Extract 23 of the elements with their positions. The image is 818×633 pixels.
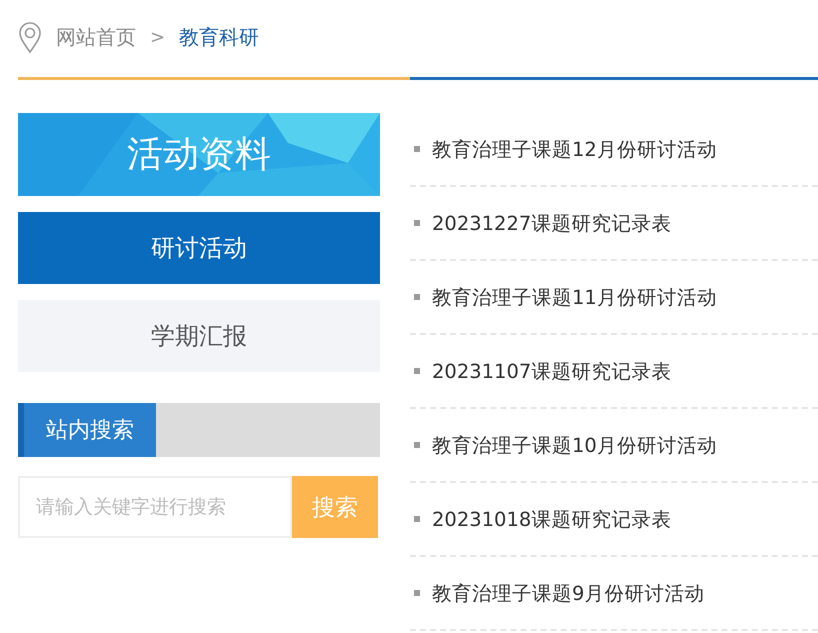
bullet-icon: [414, 590, 420, 596]
article-link[interactable]: 20231107课题研究记录表: [432, 358, 672, 384]
breadcrumb-separator: >: [150, 27, 166, 48]
bullet-icon: [414, 442, 420, 448]
article-link[interactable]: 教育治理子课题11月份研讨活动: [432, 284, 717, 310]
article-link[interactable]: 20231227课题研究记录表: [432, 210, 672, 236]
bullet-icon: [414, 220, 420, 226]
location-pin-icon: [18, 22, 42, 54]
article-link[interactable]: 20231018课题研究记录表: [432, 506, 672, 532]
article-link[interactable]: 教育治理子课题10月份研讨活动: [432, 432, 717, 458]
bullet-icon: [414, 294, 420, 300]
sidebar-item[interactable]: 研讨活动: [18, 212, 380, 284]
search-heading: 站内搜索: [18, 403, 156, 457]
breadcrumb-link[interactable]: 网站首页: [56, 24, 136, 51]
sidebar-title: 活动资料: [127, 133, 271, 177]
breadcrumb-link[interactable]: 教育科研: [179, 24, 260, 51]
bullet-icon: [414, 146, 420, 152]
bullet-icon: [414, 368, 420, 374]
search-field[interactable]: 请输入关键字进行搜索: [18, 476, 292, 538]
article-link[interactable]: 教育治理子课题9月份研讨活动: [432, 580, 704, 606]
sidebar-item[interactable]: 学期汇报: [18, 300, 380, 372]
article-link[interactable]: 教育治理子课题12月份研讨活动: [432, 136, 717, 162]
bullet-icon: [414, 516, 420, 522]
